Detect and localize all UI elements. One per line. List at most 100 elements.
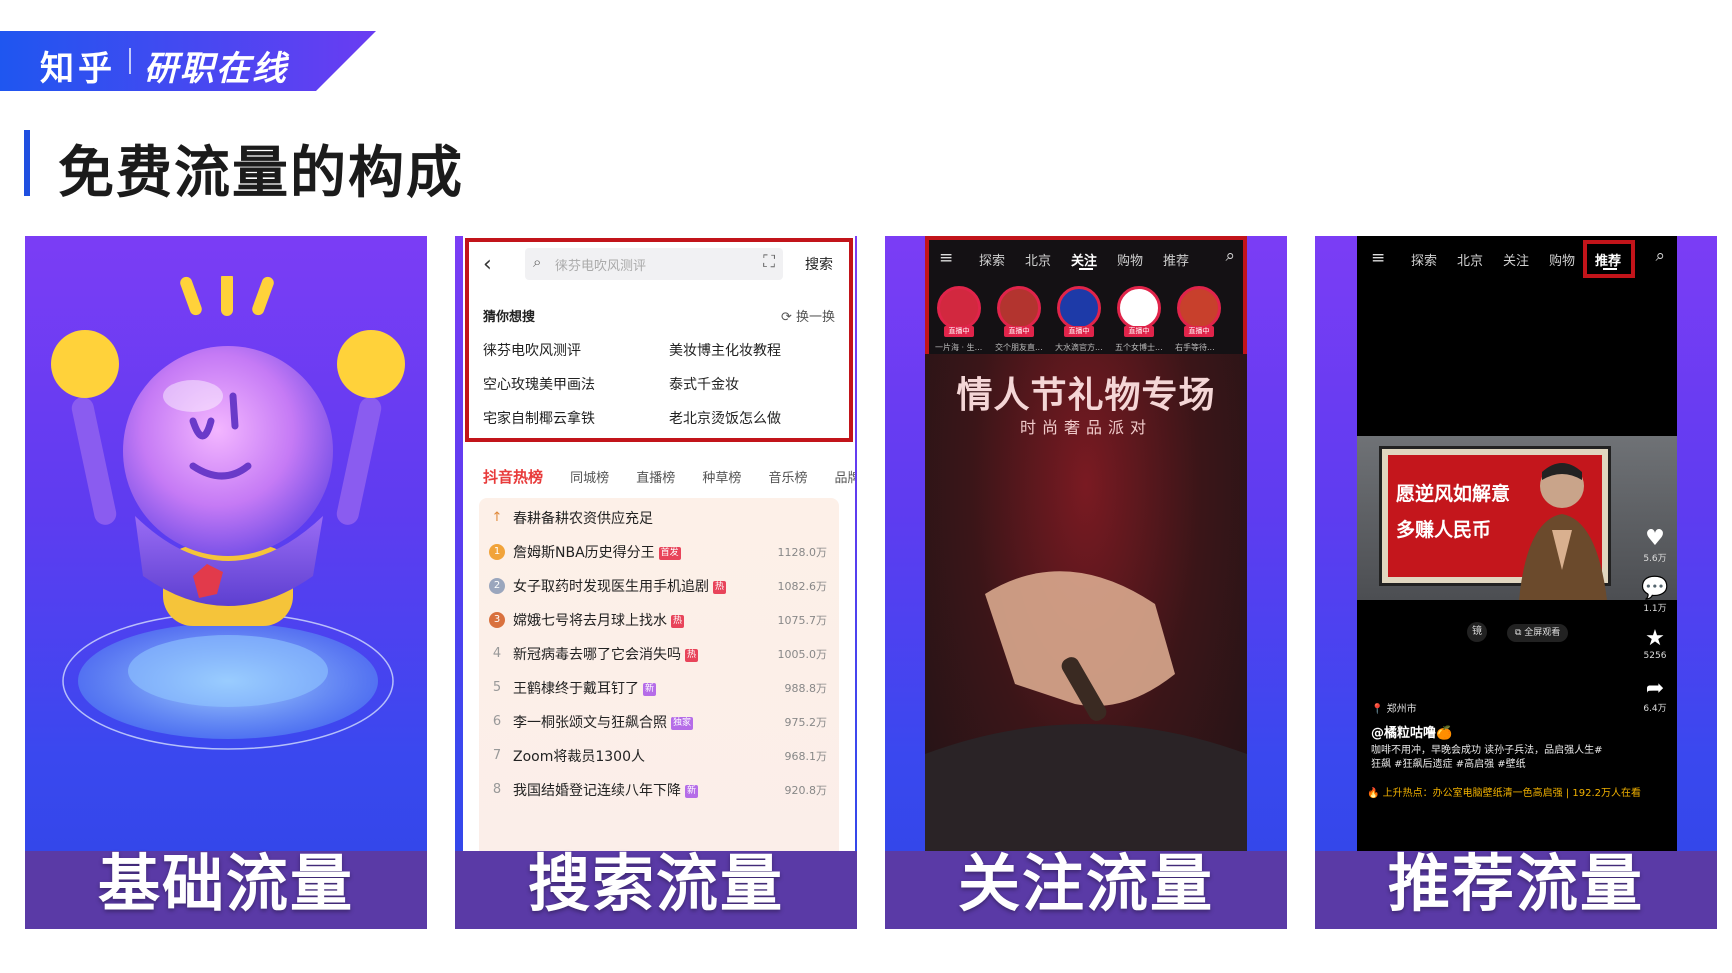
pin-icon: ↑ [491,510,503,525]
author-name[interactable]: @橘粒咕噜🍊 [1371,722,1452,741]
hot-count: 988.8万 [784,682,828,695]
promo-subtitle: 时尚奢品派对 [1019,418,1152,437]
hot-title: 春耕备耕农资供应充足 [513,511,653,527]
hot-title: 李一桐张颂文与狂飙合照 独家 [513,712,694,732]
hot-badge: 首发 [658,546,681,560]
card-search-traffic: ‹ ⌕ 徕芬电吹风测评 ⛶ 搜索 猜你想搜 ⟳ 换一换 徕芬电吹风测评 美妆博主… [455,236,857,929]
hot-count: 1128.0万 [777,546,828,559]
nav-shopping[interactable]: 购物 [1549,250,1575,269]
hot-count: 1082.6万 [777,580,828,593]
tab-brand[interactable]: 品牌榜 [835,467,855,486]
location-label: 郑州市 [1386,704,1417,715]
card-label-follow: 关注流量 [957,847,1214,920]
recommend-screen: ≡ 探索 北京 关注 购物 推荐 ⌕ 愿逆风如解意 多赚人民币 镜 ⧉ 全屏观看… [1357,236,1677,876]
comment-button[interactable]: 💬 1.1万 [1637,576,1673,614]
hot-count: 975.2万 [784,716,828,729]
favorite-button[interactable]: ★ 5256 [1637,626,1673,661]
follow-screen: ≡ 探索 北京 关注 购物 推荐 ⌕ 直播中 一片海 · 生... 直播中 交个… [925,236,1247,876]
hot-title-text: 李一桐张颂文与狂飙合照 [513,715,667,731]
list-item[interactable]: 4 新冠病毒去哪了它会消失吗热 1005.0万 [479,640,839,674]
video-description: 咖啡不用冲，早晚会成功 读孙子兵法，品启强人生#狂飙 #狂飙后遗症 #高启强 #… [1371,745,1603,770]
location-tag[interactable]: 📍 郑州市 [1371,700,1417,715]
list-item[interactable]: 1 詹姆斯NBA历史得分王 首发 1128.0万 [479,538,839,572]
hot-badge: 热 [713,580,727,594]
hot-title-text: 女子取药时发现医生用手机追剧 [513,579,709,595]
menu-icon[interactable]: ≡ [1371,248,1385,268]
fullscreen-label: 全屏观看 [1524,628,1561,638]
hot-count: 920.8万 [784,784,828,797]
share-count: 6.4万 [1643,704,1667,714]
reflect-button[interactable]: 镜 [1467,622,1487,642]
yanzhi-logo: 研职在线 [144,49,288,89]
list-item[interactable]: 2 女子取药时发现医生用手机追剧热 1082.6万 [479,572,839,606]
hot-count: 968.1万 [784,750,828,763]
list-item[interactable]: ↑ 春耕备耕农资供应充足 [479,504,839,538]
live-video[interactable]: 情人节礼物专场 时尚奢品派对 [925,354,1247,876]
highlight-box [925,236,1247,362]
comment-count: 1.1万 [1643,604,1667,614]
robot-illustration [51,276,405,750]
share-button[interactable]: ➦ 6.4万 [1637,676,1673,714]
nav-beijing[interactable]: 北京 [1457,250,1483,269]
hot-count: 1075.7万 [777,614,828,627]
tab-seed[interactable]: 种草榜 [702,467,741,486]
favorite-count: 5256 [1643,651,1667,661]
hot-title-text: 我国结婚登记连续八年下降 [513,783,681,799]
hot-list: ↑ 春耕备耕农资供应充足 1 詹姆斯NBA历史得分王 首发 1128.0万 2 女… [479,498,839,851]
highlight-box [1583,240,1635,278]
card-label-search: 搜索流量 [527,847,784,920]
rank-number: 5 [492,680,502,695]
tab-douyin-hot[interactable]: 抖音热榜 [483,466,543,487]
hot-title: 詹姆斯NBA历史得分王 首发 [513,542,681,562]
search-icon[interactable]: ⌕ [1655,246,1665,266]
list-item[interactable]: 7 Zoom将裁员1300人 968.1万 [479,742,839,776]
nav-explore[interactable]: 探索 [1411,250,1437,269]
like-count: 5.6万 [1643,554,1667,564]
hot-badge: 热 [685,648,699,662]
list-item[interactable]: 3 嫦娥七号将去月球上找水热 1075.7万 [479,606,839,640]
hot-badge: 热 [671,614,685,628]
search-screen: ‹ ⌕ 徕芬电吹风测评 ⛶ 搜索 猜你想搜 ⟳ 换一换 徕芬电吹风测评 美妆博主… [463,236,855,851]
hot-badge: 独家 [671,716,694,730]
hot-title: 新冠病毒去哪了它会消失吗热 [513,644,699,664]
nav-follow[interactable]: 关注 [1503,250,1529,269]
trending-text: 上升热点：办公室电脑壁纸清一色高启强 | 192.2万人在看 [1382,788,1641,799]
rank-number: 4 [492,646,502,661]
brand-separator [129,48,131,74]
card-label-base: 基础流量 [97,847,354,920]
hot-title: 我国结婚登记连续八年下降新 [513,780,699,800]
tab-music[interactable]: 音乐榜 [768,467,807,486]
page-title: 免费流量的构成 [58,140,464,206]
list-item[interactable]: 5 王鹤棣终于戴耳钉了新 988.8万 [479,674,839,708]
title-accent-bar [24,130,30,196]
slide: 知乎 研职在线 免费流量的构成 基础流量 ‹ ⌕ 徕芬电吹风测评 ⛶ 搜索 猜你… [0,0,1732,973]
person-figure [1519,463,1607,600]
heart-icon: ♥ [1645,526,1665,551]
fullscreen-button[interactable]: ⧉ 全屏观看 [1507,624,1569,642]
rank-number: 6 [492,714,502,729]
rank-medal: 2 [489,578,505,594]
hot-title: Zoom将裁员1300人 [513,749,645,765]
star-icon: ★ [1645,626,1665,651]
rank-medal: 3 [489,612,505,628]
card-label-recommend: 推荐流量 [1387,847,1644,920]
like-button[interactable]: ♥ 5.6万 [1637,526,1673,564]
list-item[interactable]: 6 李一桐张颂文与狂飙合照 独家 975.2万 [479,708,839,742]
hot-count: 1005.0万 [777,648,828,661]
list-item[interactable]: 8 我国结婚登记连续八年下降新 920.8万 [479,776,839,810]
rank-number: 7 [492,748,502,763]
comment-icon: 💬 [1641,576,1669,601]
card-recommend-traffic: ≡ 探索 北京 关注 购物 推荐 ⌕ 愿逆风如解意 多赚人民币 镜 ⧉ 全屏观看… [1315,236,1717,929]
share-icon: ➦ [1645,676,1665,701]
hot-badge: 新 [685,784,699,798]
video-text-1: 愿逆风如解意 [1396,483,1511,505]
hot-title: 女子取药时发现医生用手机追剧热 [513,576,727,596]
video-player[interactable]: 愿逆风如解意 多赚人民币 [1357,436,1677,600]
tab-local[interactable]: 同城榜 [570,467,609,486]
promo-title: 情人节礼物专场 [956,375,1216,416]
rank-number: 8 [492,782,502,797]
trending-bar[interactable]: 🔥 上升热点：办公室电脑壁纸清一色高启强 | 192.2万人在看 [1367,784,1667,802]
card-base-traffic: 基础流量 [25,236,427,929]
video-text-2: 多赚人民币 [1396,519,1492,541]
tab-live[interactable]: 直播榜 [636,467,675,486]
